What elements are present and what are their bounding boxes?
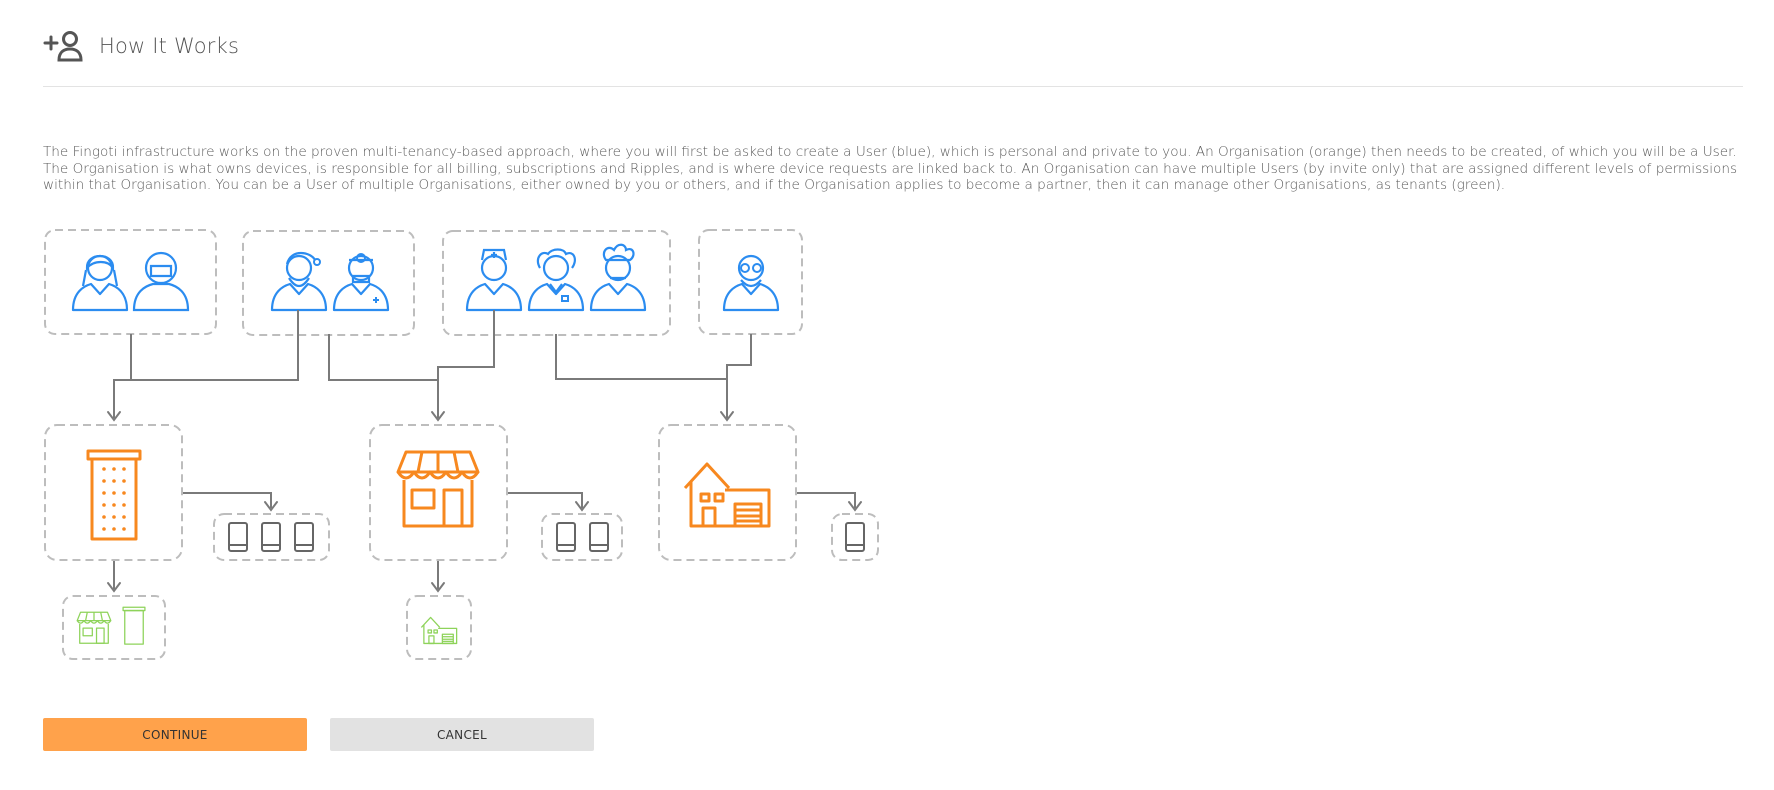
connector-group2-org1 [114, 310, 299, 381]
shop-icon [76, 611, 112, 644]
old-man-glasses-avatar-icon [722, 254, 780, 312]
doctor-avatar-icon [332, 253, 390, 312]
user-group-box-4 [698, 229, 803, 335]
user-group-box-3 [442, 230, 671, 336]
tenant-box-1 [62, 595, 166, 660]
connector-group3-org2 [437, 310, 495, 418]
scientist-avatar-icon [527, 248, 585, 312]
device-box-2 [541, 513, 623, 561]
continue-button[interactable]: CONTINUE [43, 718, 307, 751]
connector-org1-devices [182, 492, 272, 508]
cancel-button[interactable]: CANCEL [330, 718, 594, 751]
device-icon [294, 522, 314, 552]
connector-group1-org1 [113, 334, 132, 418]
chef-avatar-icon [589, 243, 647, 312]
organisation-box-3 [658, 424, 797, 561]
device-icon [556, 522, 576, 552]
astronaut-avatar-icon [132, 251, 190, 312]
device-box-3 [831, 513, 879, 561]
connector-org3-devices [796, 492, 856, 508]
device-icon [261, 522, 281, 552]
office-building-icon [86, 449, 142, 541]
user-group-box-2 [242, 230, 415, 336]
device-icon [589, 522, 609, 552]
device-icon [845, 522, 865, 552]
user-group-box-1 [44, 229, 217, 335]
device-box-1 [213, 513, 330, 561]
connector-group3-org3 [555, 334, 728, 418]
shop-icon [396, 450, 480, 528]
tenant-box-2 [406, 595, 472, 660]
tenancy-diagram [44, 229, 879, 660]
connector-group4-org3 [726, 334, 752, 418]
house-icon [420, 616, 458, 645]
house-icon [683, 462, 771, 528]
nurse-avatar-icon [465, 248, 523, 312]
device-icon [228, 522, 248, 552]
office-building-icon [122, 606, 146, 645]
connector-org2-devices [507, 492, 583, 508]
santa-avatar-icon [270, 251, 328, 312]
woman-avatar-icon [71, 254, 129, 312]
connector-group2-org2 [328, 334, 439, 418]
organisation-box-2 [369, 424, 508, 561]
